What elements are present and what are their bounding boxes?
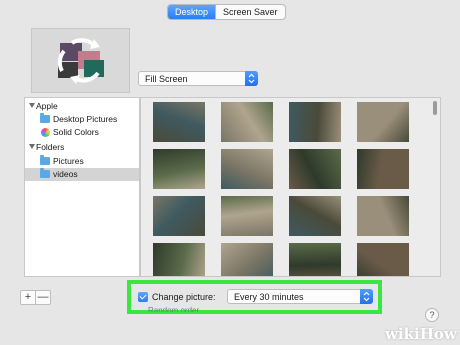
picture-thumbnail[interactable]	[357, 243, 409, 276]
grid-scrollbar[interactable]	[433, 100, 438, 274]
change-picture-checkbox[interactable]	[138, 292, 148, 302]
rotating-pictures-icon	[57, 38, 104, 84]
folder-icon	[40, 155, 50, 165]
remove-folder-button[interactable]: —	[35, 291, 50, 304]
picture-thumbnail[interactable]	[357, 149, 409, 189]
picture-thumbnail[interactable]	[153, 102, 205, 142]
add-folder-button[interactable]: +	[21, 291, 35, 304]
interval-popup[interactable]: Every 30 minutes	[227, 289, 373, 304]
wikihow-watermark: wikiHow	[385, 325, 457, 343]
picture-grid[interactable]	[140, 97, 441, 277]
desktop-preview	[31, 28, 130, 93]
sidebar-item-solid-colors[interactable]: Solid Colors	[25, 126, 139, 139]
picture-thumbnail[interactable]	[357, 102, 409, 142]
sidebar-item-label: videos	[53, 169, 78, 179]
sidebar-item-videos[interactable]: videos	[25, 168, 139, 181]
folder-icon	[40, 168, 50, 178]
change-picture-label: Change picture:	[152, 292, 216, 302]
source-list: Apple Desktop Pictures Solid Colors Fold…	[24, 97, 140, 277]
color-wheel-icon	[41, 128, 50, 137]
picture-thumbnail[interactable]	[289, 149, 341, 189]
help-button[interactable]: ?	[425, 308, 439, 322]
picture-thumbnail[interactable]	[357, 196, 409, 236]
grid-scroll-thumb[interactable]	[433, 101, 437, 115]
sidebar-item-desktop-pictures[interactable]: Desktop Pictures	[25, 113, 139, 126]
watermark-prefix: wiki	[385, 325, 420, 343]
picture-thumbnail[interactable]	[221, 243, 273, 276]
scaling-popup[interactable]: Fill Screen	[138, 71, 258, 86]
sidebar-item-label: Pictures	[53, 156, 84, 166]
updown-arrows-icon	[360, 289, 373, 304]
scaling-value: Fill Screen	[145, 74, 188, 84]
picture-thumbnail[interactable]	[221, 149, 273, 189]
group-label: Folders	[36, 142, 65, 152]
sidebar-group-folders[interactable]: Folders	[25, 141, 139, 154]
sidebar-item-label: Desktop Pictures	[53, 114, 118, 124]
picture-thumbnail[interactable]	[153, 149, 205, 189]
folder-list-controls: + —	[20, 290, 51, 305]
watermark-suffix: How	[419, 325, 457, 343]
sidebar-group-apple[interactable]: Apple	[25, 100, 139, 113]
picture-thumbnail[interactable]	[221, 196, 273, 236]
picture-thumbnail[interactable]	[289, 102, 341, 142]
picture-thumbnail[interactable]	[153, 196, 205, 236]
folder-icon	[40, 113, 50, 123]
disclosure-triangle-icon[interactable]	[29, 144, 35, 149]
picture-thumbnail[interactable]	[289, 243, 341, 276]
group-label: Apple	[36, 101, 58, 111]
updown-arrows-icon	[245, 71, 258, 86]
sidebar-item-label: Solid Colors	[53, 127, 99, 137]
interval-value: Every 30 minutes	[234, 292, 304, 302]
disclosure-triangle-icon[interactable]	[29, 103, 35, 108]
picture-thumbnail[interactable]	[221, 102, 273, 142]
sidebar-item-pictures[interactable]: Pictures	[25, 155, 139, 168]
random-order-label: Random order	[148, 307, 200, 312]
tab-screen-saver[interactable]: Screen Saver	[215, 5, 285, 19]
picture-thumbnail[interactable]	[153, 243, 205, 276]
preferences-tabs: Desktop Screen Saver	[167, 4, 286, 20]
tab-desktop[interactable]: Desktop	[168, 5, 216, 19]
picture-thumbnail[interactable]	[289, 196, 341, 236]
